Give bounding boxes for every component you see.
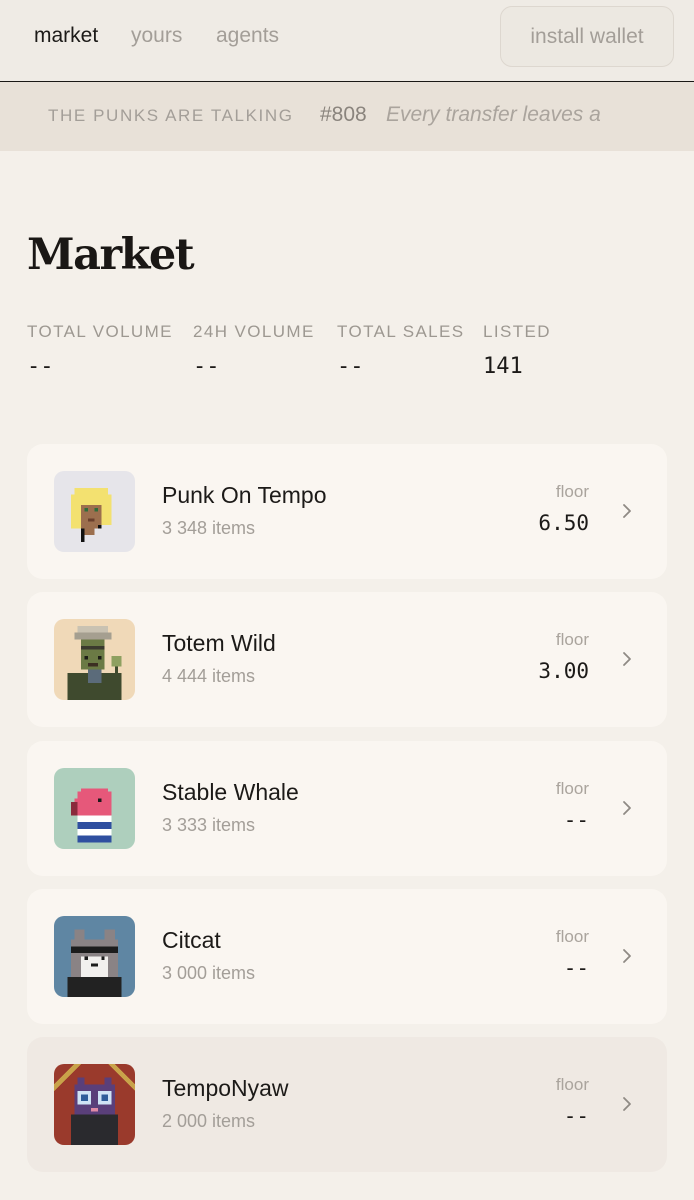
collection-name: Punk On Tempo: [162, 482, 327, 508]
stat-label: TOTAL SALES: [337, 322, 465, 341]
floor-price: --: [563, 1104, 589, 1128]
chevron-right-icon: [623, 801, 631, 815]
floor-label: floor: [555, 482, 589, 501]
floor-label: floor: [555, 779, 589, 798]
page-title: Market: [27, 230, 195, 280]
nav-market-link[interactable]: market: [34, 24, 98, 48]
collection-card-citcat[interactable]: Citcat 3 000 items floor --: [27, 889, 667, 1024]
collection-item-count: 3 333 items: [162, 815, 256, 835]
chevron-right-icon: [623, 1097, 631, 1111]
stat-24h-volume: 24H VOLUME --: [193, 322, 315, 379]
totem-avatar-icon: [54, 619, 135, 700]
ticker-message: Every transfer leaves a: [386, 103, 601, 126]
collection-card-temponyaw[interactable]: TempoNyaw 2 000 items floor --: [27, 1037, 667, 1172]
stat-listed: LISTED 141: [483, 322, 551, 379]
stat-total-sales: TOTAL SALES --: [337, 322, 465, 379]
floor-price: --: [563, 956, 589, 980]
stat-label: TOTAL VOLUME: [27, 322, 173, 341]
collection-item-count: 3 348 items: [162, 518, 256, 538]
collection-card-totem-wild[interactable]: Totem Wild 4 444 items floor 3.00: [27, 592, 667, 727]
collection-item-count: 4 444 items: [162, 666, 256, 686]
whale-avatar-icon: [54, 768, 135, 849]
collection-card-stable-whale[interactable]: Stable Whale 3 333 items floor --: [27, 741, 667, 876]
collection-name: Totem Wild: [162, 630, 276, 656]
chevron-right-icon: [623, 652, 631, 666]
stat-value: --: [27, 354, 54, 379]
stat-label: LISTED: [483, 322, 551, 341]
punk-avatar-icon: [54, 471, 135, 552]
collection-item-count: 2 000 items: [162, 1111, 256, 1131]
stat-value: --: [193, 354, 220, 379]
top-nav: market yours agents install wallet: [0, 0, 694, 82]
floor-price: 6.50: [538, 511, 589, 535]
news-ticker: THE PUNKS ARE TALKING #808 Every transfe…: [0, 82, 694, 151]
collection-item-count: 3 000 items: [162, 963, 256, 983]
ticker-label: THE PUNKS ARE TALKING: [48, 106, 294, 125]
stat-value: 141: [483, 354, 523, 379]
stat-total-volume: TOTAL VOLUME --: [27, 322, 173, 379]
ticker-token-id[interactable]: #808: [320, 103, 367, 127]
floor-price: --: [563, 808, 589, 832]
chevron-right-icon: [623, 504, 631, 518]
floor-price: 3.00: [538, 659, 589, 683]
collection-name: Citcat: [162, 927, 221, 953]
stat-value: --: [337, 354, 364, 379]
stat-label: 24H VOLUME: [193, 322, 315, 341]
install-wallet-button[interactable]: install wallet: [500, 6, 674, 67]
nav-yours-link[interactable]: yours: [131, 24, 182, 48]
cat-avatar-icon: [54, 916, 135, 997]
nyaw-avatar-icon: [54, 1064, 135, 1145]
floor-label: floor: [555, 1075, 589, 1094]
floor-label: floor: [555, 927, 589, 946]
collection-name: TempoNyaw: [162, 1075, 289, 1101]
collection-name: Stable Whale: [162, 779, 299, 805]
collection-card-punk-on-tempo[interactable]: Punk On Tempo 3 348 items floor 6.50: [27, 444, 667, 579]
floor-label: floor: [555, 630, 589, 649]
chevron-right-icon: [623, 949, 631, 963]
nav-agents-link[interactable]: agents: [216, 24, 279, 48]
